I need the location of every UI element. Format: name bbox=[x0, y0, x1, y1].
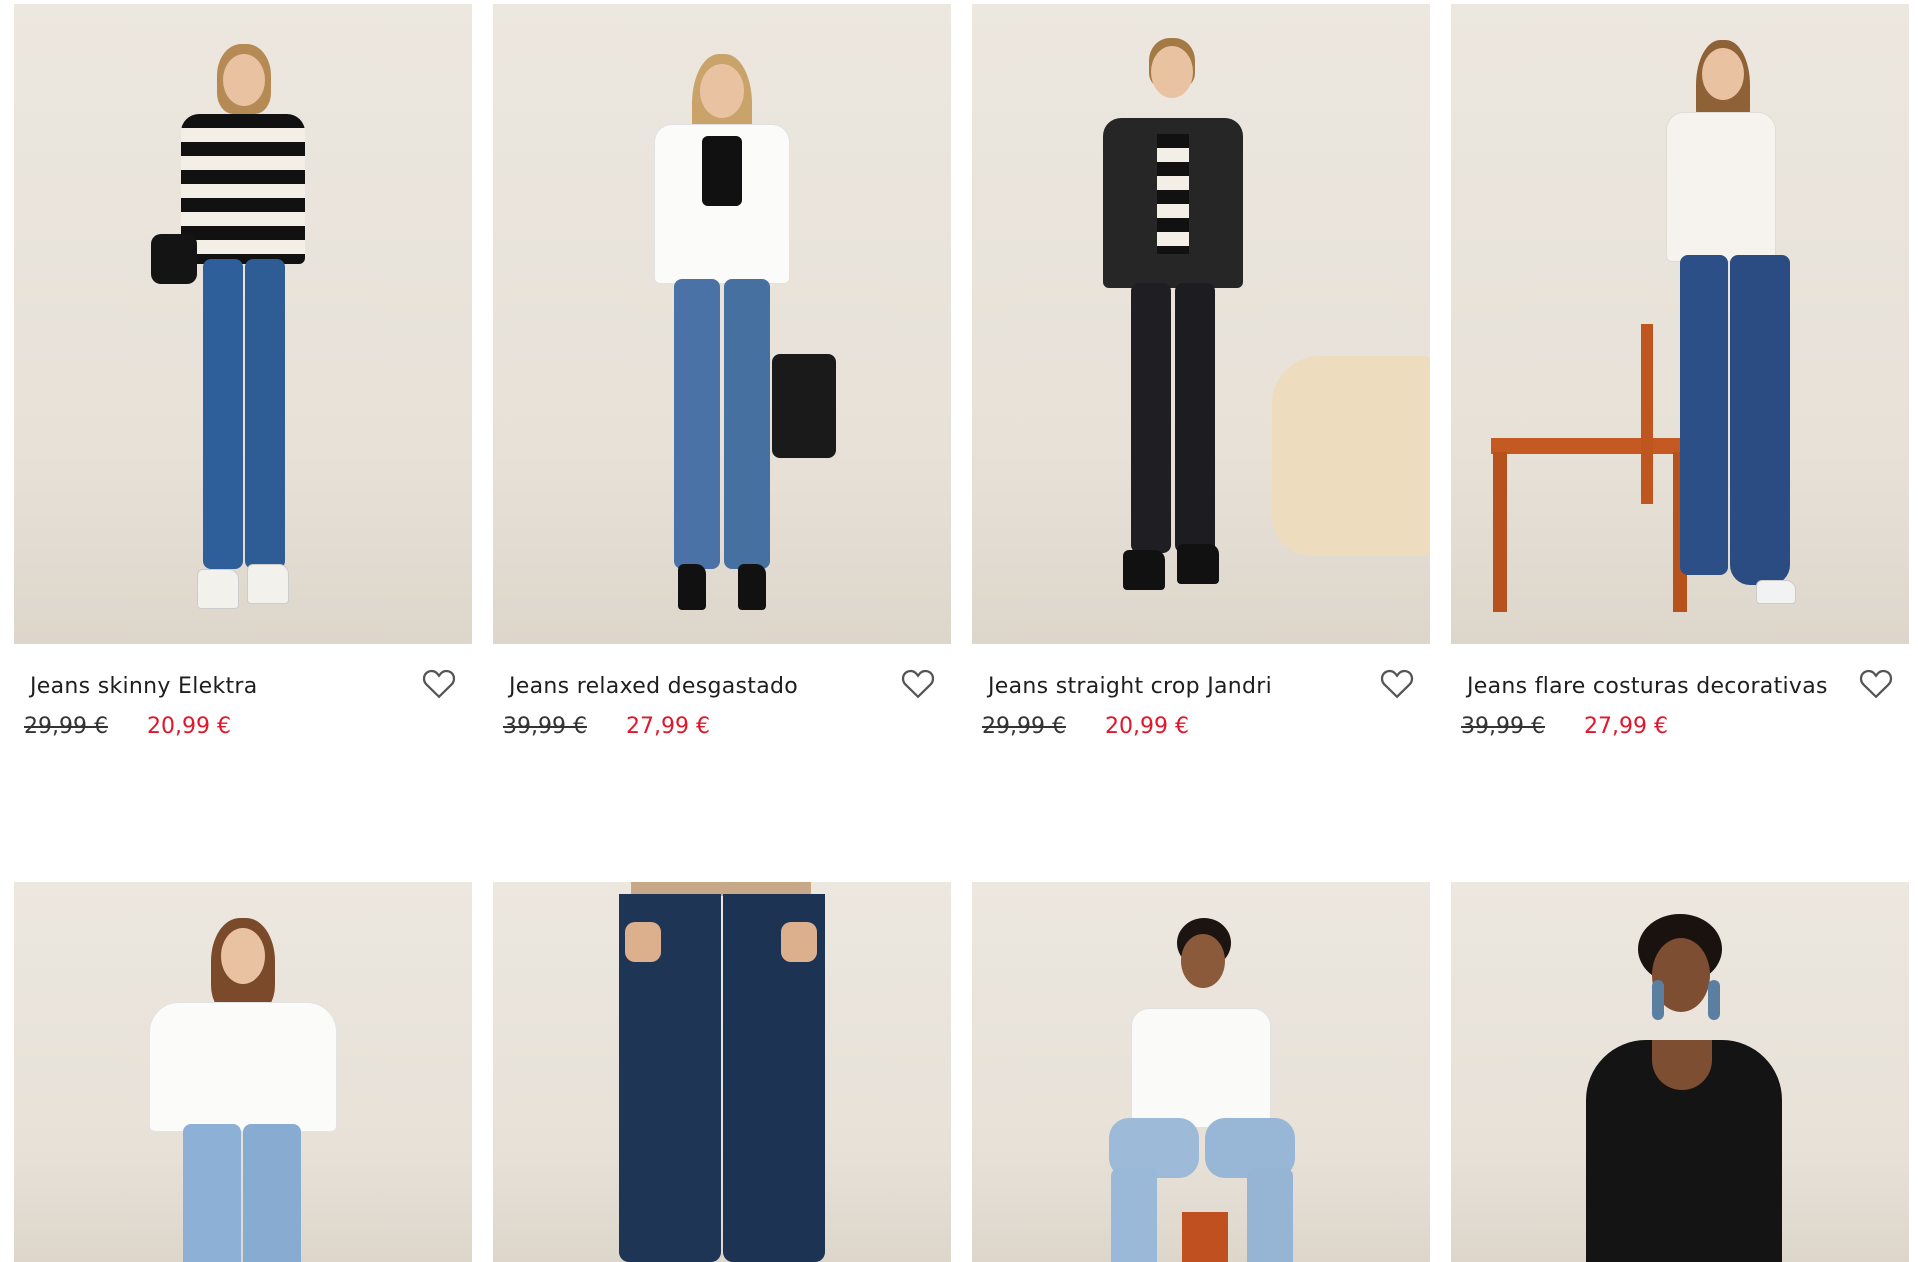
model-figure bbox=[151, 44, 333, 614]
product-image[interactable] bbox=[14, 882, 472, 1262]
product-image[interactable] bbox=[972, 4, 1430, 644]
product-card[interactable]: Jeans skinny Elektra 29,99 € 20,99 € bbox=[14, 4, 472, 739]
product-name[interactable]: Jeans straight crop Jandri bbox=[988, 674, 1272, 699]
product-image[interactable] bbox=[493, 882, 951, 1262]
sale-price: 27,99 € bbox=[626, 714, 710, 739]
sale-price: 20,99 € bbox=[1105, 714, 1189, 739]
product-card[interactable] bbox=[14, 882, 472, 1262]
sale-price: 27,99 € bbox=[1584, 714, 1668, 739]
product-image[interactable] bbox=[493, 4, 951, 644]
model-figure bbox=[1560, 914, 1800, 1262]
product-card[interactable]: Jeans relaxed desgastado 39,99 € 27,99 € bbox=[493, 4, 951, 739]
product-name[interactable]: Jeans relaxed desgastado bbox=[509, 674, 798, 699]
product-card[interactable]: Jeans flare costuras decorativas 39,99 €… bbox=[1451, 4, 1909, 739]
model-figure bbox=[143, 918, 343, 1262]
product-card[interactable] bbox=[1451, 882, 1909, 1262]
model-figure bbox=[622, 54, 836, 614]
cushion-chair bbox=[1272, 356, 1430, 556]
heart-icon[interactable] bbox=[422, 668, 456, 700]
original-price: 39,99 € bbox=[503, 714, 587, 739]
original-price: 29,99 € bbox=[982, 714, 1066, 739]
model-figure bbox=[1079, 38, 1269, 618]
original-price: 29,99 € bbox=[24, 714, 108, 739]
model-figure bbox=[1636, 40, 1816, 610]
product-grid: Jeans skinny Elektra 29,99 € 20,99 € Jea… bbox=[0, 0, 1918, 1262]
product-image[interactable] bbox=[972, 882, 1430, 1262]
product-image[interactable] bbox=[1451, 882, 1909, 1262]
original-price: 39,99 € bbox=[1461, 714, 1545, 739]
heart-icon[interactable] bbox=[901, 668, 935, 700]
heart-icon[interactable] bbox=[1380, 668, 1414, 700]
sale-price: 20,99 € bbox=[147, 714, 231, 739]
product-name[interactable]: Jeans skinny Elektra bbox=[30, 674, 258, 699]
product-image[interactable] bbox=[14, 4, 472, 644]
product-card[interactable]: Jeans straight crop Jandri 29,99 € 20,99… bbox=[972, 4, 1430, 739]
product-name[interactable]: Jeans flare costuras decorativas bbox=[1467, 674, 1828, 699]
product-card[interactable] bbox=[493, 882, 951, 1262]
product-card[interactable] bbox=[972, 882, 1430, 1262]
heart-icon[interactable] bbox=[1859, 668, 1893, 700]
product-image[interactable] bbox=[1451, 4, 1909, 644]
model-figure bbox=[1101, 918, 1301, 1262]
